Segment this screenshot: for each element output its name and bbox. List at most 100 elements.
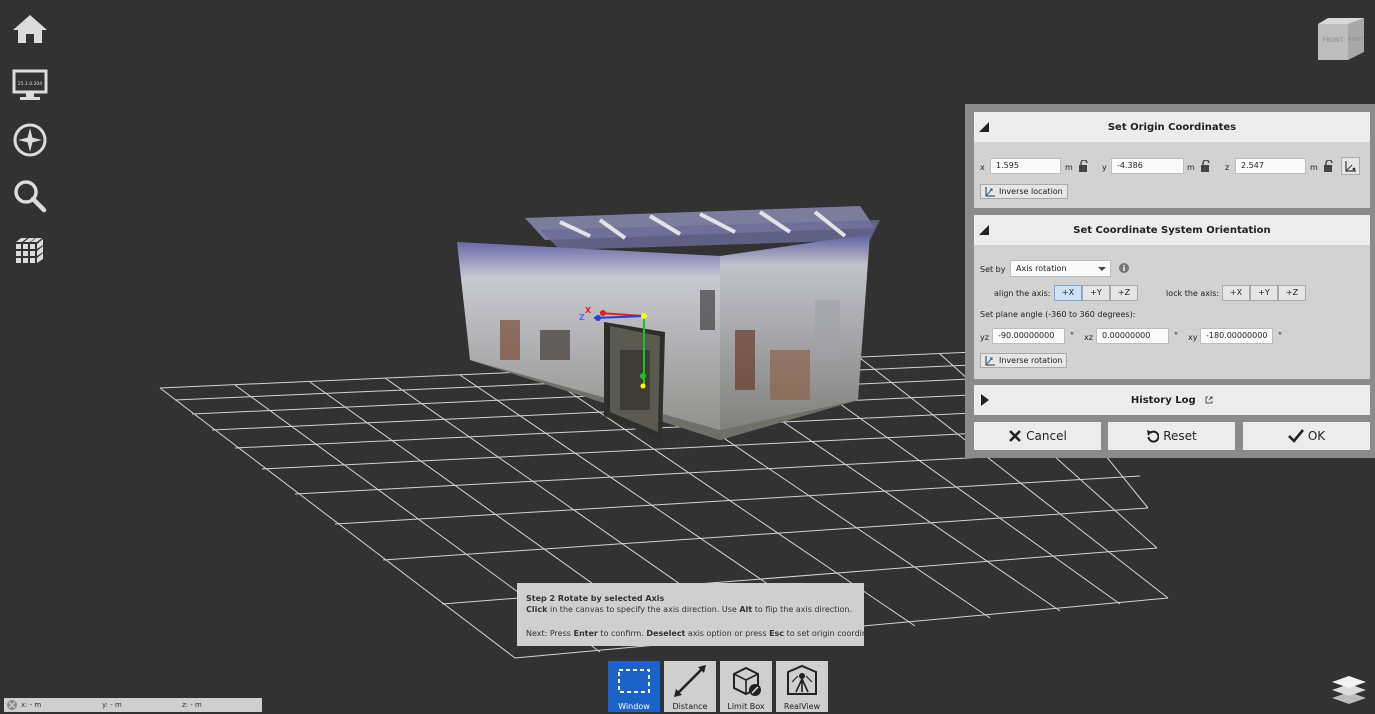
status-y: y: - m [102, 701, 122, 709]
limit-box-tool-button[interactable]: Limit Box [720, 661, 772, 712]
history-log-header[interactable]: History Log [974, 385, 1370, 415]
orientation-section-header[interactable]: Set Coordinate System Orientation [974, 215, 1370, 245]
cancel-button[interactable]: Cancel [974, 422, 1101, 450]
inverse-location-button[interactable]: Inverse location [980, 184, 1068, 199]
set-by-select[interactable]: Axis rotation [1010, 260, 1111, 277]
ok-button[interactable]: OK [1243, 422, 1370, 450]
window-tool-label: Window [618, 702, 650, 711]
status-x: x: - m [21, 701, 42, 709]
inverse-icon [985, 356, 995, 366]
checkmark-icon [1287, 429, 1304, 443]
limit-box-tool-label: Limit Box [727, 702, 765, 711]
yz-degree: ° [1070, 331, 1074, 340]
monitor-caption: 25.1.0.204 [18, 81, 42, 87]
coordinate-status-bar: x: - m y: - m z: - m [4, 698, 262, 712]
monitor-icon: 25.1.0.204 [12, 69, 48, 100]
step-hint: Step 2 Rotate by selected Axis Click in … [517, 583, 887, 646]
unlock-icon[interactable] [1200, 160, 1211, 172]
cube-front-label: FRONT [1323, 37, 1344, 44]
compass-button[interactable] [10, 120, 50, 160]
reset-icon [1147, 429, 1160, 443]
align-axis-x[interactable]: +X [1054, 285, 1082, 301]
window-tool-button[interactable]: Window [608, 661, 660, 712]
home-button[interactable] [10, 10, 50, 50]
xy-input[interactable]: -180.00000000 [1200, 328, 1273, 344]
grid-cube-button[interactable] [10, 232, 50, 272]
reset-label: Reset [1163, 429, 1197, 443]
distance-icon [674, 665, 706, 697]
info-icon[interactable] [1119, 263, 1129, 273]
crosshair-icon [7, 700, 17, 710]
gizmo-x-label: X [585, 306, 592, 315]
distance-tool-button[interactable]: Distance [664, 661, 716, 712]
orientation-section-body: Set by Axis rotation align the axis: +X … [974, 245, 1370, 379]
align-axis-y[interactable]: +Y [1082, 285, 1110, 301]
realview-tool-label: RealView [783, 702, 821, 711]
realview-tool-button[interactable]: RealView [776, 661, 828, 712]
collapse-triangle-icon [979, 225, 989, 235]
cube-right-label: RIGHT [1348, 37, 1365, 43]
pick-point-button[interactable] [1341, 157, 1360, 175]
lock-axis-z[interactable]: +Z [1278, 285, 1306, 301]
xy-label: xy [1188, 333, 1198, 342]
unlock-icon[interactable] [1323, 160, 1334, 172]
y-input[interactable]: -4.386 [1111, 158, 1184, 174]
chevron-down-icon [1098, 267, 1106, 271]
origin-section-body: x 1.595 m y -4.386 m z 2.547 m Inverse l… [974, 142, 1370, 208]
xz-label: xz [1084, 333, 1093, 342]
external-link-icon[interactable] [1205, 396, 1213, 404]
search-button[interactable] [10, 176, 50, 216]
xz-input[interactable]: 0.00000000 [1096, 328, 1169, 344]
origin-section-header[interactable]: Set Origin Coordinates [974, 112, 1370, 142]
x-label: x [980, 163, 985, 172]
grid-cube-icon [16, 238, 43, 263]
lock-axis-y[interactable]: +Y [1250, 285, 1278, 301]
gizmo-z-label: Z [579, 313, 585, 322]
set-by-value: Axis rotation [1016, 264, 1067, 273]
limit-box-icon [733, 666, 761, 696]
inverse-rotation-label: Inverse rotation [999, 356, 1063, 365]
home-icon [13, 15, 47, 43]
align-axis-label: align the axis: [994, 289, 1051, 298]
monitor-button[interactable]: 25.1.0.204 [10, 65, 50, 105]
reset-button[interactable]: Reset [1108, 422, 1235, 450]
xz-degree: ° [1174, 331, 1178, 340]
status-z: z: - m [182, 701, 202, 709]
realview-icon [787, 664, 817, 695]
y-label: y [1102, 163, 1107, 172]
close-icon [1009, 430, 1022, 442]
search-icon [14, 180, 47, 213]
unlock-icon[interactable] [1078, 160, 1089, 172]
lock-axis-x[interactable]: +X [1222, 285, 1250, 301]
z-input[interactable]: 2.547 [1235, 158, 1306, 174]
layers-button[interactable] [1330, 672, 1368, 704]
yz-label: yz [980, 333, 989, 342]
hint-line-1: Click in the canvas to specify the axis … [526, 605, 852, 614]
yz-input[interactable]: -90.00000000 [992, 328, 1065, 344]
x-input[interactable]: 1.595 [990, 158, 1061, 174]
hint-line-2: Next: Press Enter to confirm. Deselect a… [526, 629, 887, 638]
x-unit: m [1065, 163, 1073, 172]
layers-icon [1332, 676, 1366, 704]
plane-angle-label: Set plane angle (-360 to 360 degrees): [980, 310, 1136, 319]
z-label: z [1225, 163, 1230, 172]
compass-icon [13, 123, 47, 157]
selection-window-icon [618, 669, 650, 693]
history-log-title: History Log [1130, 394, 1196, 406]
axis-pick-icon [1345, 160, 1356, 172]
inverse-rotation-button[interactable]: Inverse rotation [980, 353, 1068, 368]
distance-tool-label: Distance [672, 702, 708, 711]
xy-degree: ° [1278, 331, 1282, 340]
hint-title: Step 2 Rotate by selected Axis [526, 594, 665, 603]
z-unit: m [1310, 163, 1318, 172]
y-unit: m [1187, 163, 1195, 172]
orientation-section-title: Set Coordinate System Orientation [1073, 224, 1271, 236]
navigation-cube[interactable]: FRONT RIGHT [1314, 16, 1366, 62]
inverse-location-label: Inverse location [999, 187, 1063, 196]
inverse-icon [985, 187, 995, 197]
set-by-label: Set by [980, 265, 1006, 274]
coordinate-panel: Set Origin Coordinates x 1.595 m y -4.38… [965, 104, 1375, 458]
align-axis-z[interactable]: +Z [1110, 285, 1138, 301]
origin-section-title: Set Origin Coordinates [1107, 121, 1237, 133]
lock-axis-label: lock the axis: [1166, 289, 1220, 298]
